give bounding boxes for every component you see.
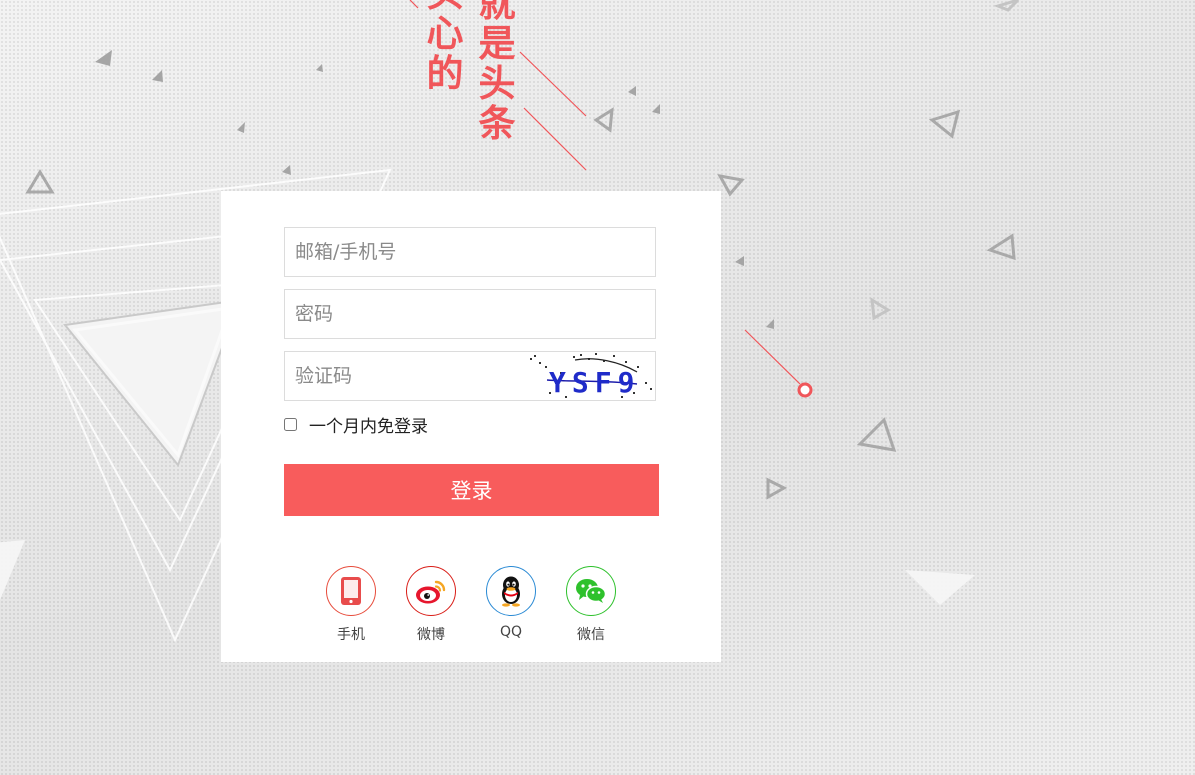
remember-row: 一个月内免登录 (284, 412, 428, 437)
captcha-field: YSF9 (284, 351, 656, 401)
social-label-qq: QQ (499, 624, 523, 640)
slogan-right-column: 就是头条 (478, 0, 516, 145)
social-label-weibo: 微博 (417, 627, 445, 643)
remember-label[interactable]: 一个月内免登录 (309, 412, 428, 437)
login-panel: YSF9 一个月内免登录 登录 手机 微博 (221, 191, 721, 662)
captcha-input[interactable] (285, 352, 525, 400)
captcha-image[interactable]: YSF9 (525, 352, 655, 400)
social-login-qq[interactable]: QQ (486, 566, 536, 640)
social-login-wechat[interactable]: 微信 (566, 566, 616, 644)
remember-checkbox[interactable] (284, 417, 297, 431)
login-button[interactable]: 登录 (284, 464, 659, 516)
social-login-phone[interactable]: 手机 (326, 566, 376, 644)
slogan-left-column: 头心的 (426, 0, 464, 95)
account-field (284, 227, 656, 277)
social-login-weibo[interactable]: 微博 (406, 566, 456, 644)
weibo-icon (406, 566, 456, 616)
wechat-icon (566, 566, 616, 616)
captcha-text: YSF9 (549, 366, 640, 399)
social-label-wechat: 微信 (577, 627, 605, 643)
password-field (284, 289, 656, 339)
phone-icon (326, 566, 376, 616)
password-input[interactable] (285, 290, 655, 338)
social-label-phone: 手机 (337, 627, 365, 643)
qq-icon (486, 566, 536, 616)
account-input[interactable] (285, 228, 655, 276)
